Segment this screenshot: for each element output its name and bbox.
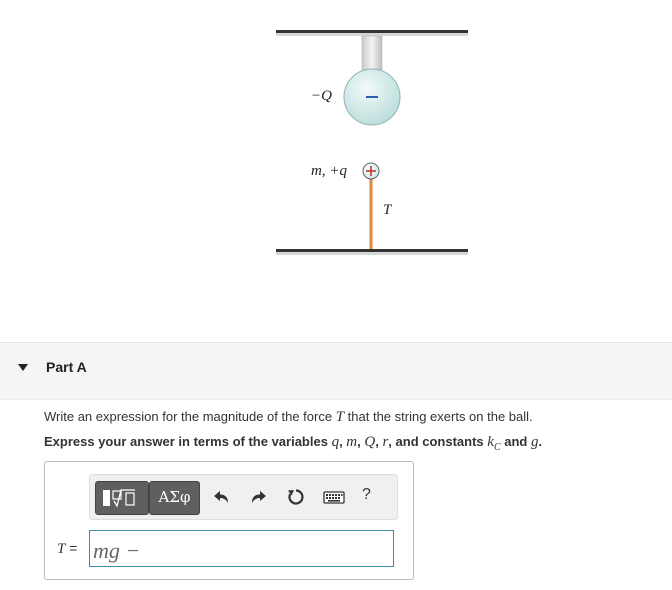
answer-variable-label: T = xyxy=(57,540,78,557)
help-icon[interactable]: ? xyxy=(362,486,371,504)
tension-label: T xyxy=(383,202,392,218)
upper-ball-label: −Q xyxy=(311,88,332,104)
templates-icon xyxy=(103,489,135,508)
answer-input[interactable]: mg − xyxy=(89,530,394,567)
variable-t: T xyxy=(335,409,345,425)
part-a-header[interactable]: Part A xyxy=(0,342,672,400)
undo-icon[interactable] xyxy=(210,486,232,508)
constant-k: kC xyxy=(487,434,501,453)
question-prompt: Write an expression for the magnitude of… xyxy=(44,409,533,425)
figure-drawing xyxy=(276,30,468,255)
math-toolbar: ΑΣφ ? xyxy=(89,474,398,520)
top-plate xyxy=(276,30,468,33)
keyboard-icon[interactable] xyxy=(322,486,346,508)
bottom-plate xyxy=(276,249,468,252)
redo-icon[interactable] xyxy=(248,486,270,508)
answer-value: mg − xyxy=(93,538,141,563)
answer-instruction: Express your answer in terms of the vari… xyxy=(44,434,543,453)
templates-button[interactable] xyxy=(95,481,149,515)
part-title: Part A xyxy=(46,359,87,375)
caret-down-icon[interactable] xyxy=(18,364,28,371)
answer-box: ΑΣφ ? T = mg − xyxy=(44,461,414,580)
lower-ball-label: m, +q xyxy=(311,163,347,179)
support-rod xyxy=(361,35,383,73)
greek-icon: ΑΣφ xyxy=(158,488,191,506)
greek-symbols-button[interactable]: ΑΣφ xyxy=(149,481,200,515)
physics-figure: −Q m, +q T xyxy=(274,20,470,265)
reset-icon[interactable] xyxy=(285,486,307,508)
